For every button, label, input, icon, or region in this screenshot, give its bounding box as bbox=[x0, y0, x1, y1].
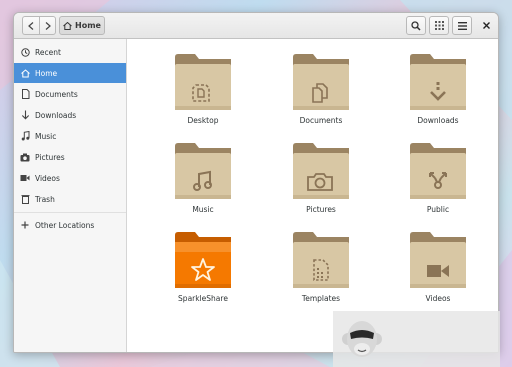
folder-icon bbox=[293, 143, 349, 199]
folder-downloads[interactable]: Downloads bbox=[398, 51, 478, 135]
view-toggle-button[interactable] bbox=[429, 16, 449, 35]
sidebar-item-label: Other Locations bbox=[35, 220, 95, 230]
sidebar-item-label: Videos bbox=[35, 173, 60, 183]
star-emblem-icon bbox=[191, 258, 215, 281]
folder-music[interactable]: Music bbox=[163, 140, 243, 224]
sidebar-item-label: Downloads bbox=[35, 110, 77, 120]
sidebar-item-music[interactable]: Music bbox=[14, 126, 126, 146]
navigation-buttons bbox=[22, 16, 56, 35]
search-button[interactable] bbox=[406, 16, 426, 35]
camera-emblem-icon bbox=[307, 173, 333, 191]
close-button[interactable] bbox=[478, 16, 494, 35]
sidebar-item-videos[interactable]: Videos bbox=[14, 168, 126, 188]
folder-pictures[interactable]: Pictures bbox=[281, 140, 361, 224]
music-note-icon bbox=[20, 131, 30, 141]
grid-view-icon bbox=[434, 21, 444, 30]
folder-desktop[interactable]: Desktop bbox=[163, 51, 243, 135]
video-emblem-icon bbox=[427, 265, 449, 277]
sidebar-item-label: Home bbox=[35, 68, 58, 78]
sidebar-item-other-locations[interactable]: Other Locations bbox=[14, 215, 126, 235]
document-icon bbox=[20, 89, 30, 99]
folder-documents[interactable]: Documents bbox=[281, 51, 361, 135]
clock-icon bbox=[20, 47, 30, 57]
forward-button[interactable] bbox=[39, 16, 56, 35]
file-manager-window: Home Recent Home Documents Downloads Mus… bbox=[13, 12, 499, 353]
folder-label: Templates bbox=[301, 294, 341, 303]
folder-label: Public bbox=[426, 205, 450, 214]
folder-sparkleshare[interactable]: SparkleShare bbox=[163, 229, 243, 313]
sidebar-item-home[interactable]: Home bbox=[14, 63, 126, 83]
folder-label: Music bbox=[192, 205, 214, 214]
go-back-icon bbox=[28, 21, 34, 30]
watermark-overlay bbox=[333, 311, 500, 367]
sidebar-item-trash[interactable]: Trash bbox=[14, 189, 126, 209]
camera-icon bbox=[20, 152, 30, 162]
plus-icon bbox=[20, 220, 30, 230]
folder-label: Pictures bbox=[306, 205, 336, 214]
folder-label: Videos bbox=[425, 294, 451, 303]
folder-label: Desktop bbox=[187, 116, 219, 125]
go-forward-icon bbox=[45, 21, 51, 30]
back-button[interactable] bbox=[22, 16, 39, 35]
sidebar-item-label: Recent bbox=[35, 47, 61, 57]
documents-emblem-icon bbox=[312, 83, 328, 103]
download-arrow-icon bbox=[20, 110, 30, 120]
header-bar: Home bbox=[14, 13, 498, 39]
trash-icon bbox=[20, 194, 30, 204]
sidebar-item-label: Trash bbox=[35, 194, 55, 204]
sidebar-item-label: Music bbox=[35, 131, 57, 141]
folder-icon bbox=[410, 232, 466, 288]
search-icon bbox=[411, 20, 421, 31]
sidebar-separator bbox=[14, 212, 126, 213]
monkey-logo-icon bbox=[342, 321, 382, 357]
menu-button[interactable] bbox=[452, 16, 472, 35]
home-icon bbox=[20, 68, 30, 78]
path-bar-label: Home bbox=[75, 21, 101, 30]
folder-videos[interactable]: Videos bbox=[398, 229, 478, 313]
sidebar-item-label: Documents bbox=[35, 89, 78, 99]
folder-grid: Desktop Documents Downloads Music Pictur… bbox=[128, 39, 498, 352]
sidebar: Recent Home Documents Downloads Music Pi… bbox=[14, 39, 127, 352]
folder-label: Downloads bbox=[417, 116, 459, 125]
share-emblem-icon bbox=[429, 172, 447, 189]
sidebar-item-recent[interactable]: Recent bbox=[14, 42, 126, 62]
music-emblem-icon bbox=[193, 170, 212, 191]
home-icon bbox=[63, 21, 72, 30]
sidebar-item-documents[interactable]: Documents bbox=[14, 84, 126, 104]
folder-icon bbox=[175, 54, 231, 110]
folder-label: Documents bbox=[299, 116, 343, 125]
template-emblem-icon bbox=[313, 259, 329, 281]
download-emblem-icon bbox=[430, 82, 446, 101]
close-icon bbox=[482, 22, 490, 29]
path-bar-home-button[interactable]: Home bbox=[59, 16, 105, 35]
sidebar-item-downloads[interactable]: Downloads bbox=[14, 105, 126, 125]
hamburger-menu-icon bbox=[457, 21, 467, 30]
desktop-emblem-icon bbox=[192, 84, 210, 102]
sidebar-item-label: Pictures bbox=[35, 152, 65, 162]
sidebar-item-pictures[interactable]: Pictures bbox=[14, 147, 126, 167]
folder-templates[interactable]: Templates bbox=[281, 229, 361, 313]
folder-label: SparkleShare bbox=[178, 294, 228, 303]
video-camera-icon bbox=[20, 173, 30, 183]
folder-public[interactable]: Public bbox=[398, 140, 478, 224]
